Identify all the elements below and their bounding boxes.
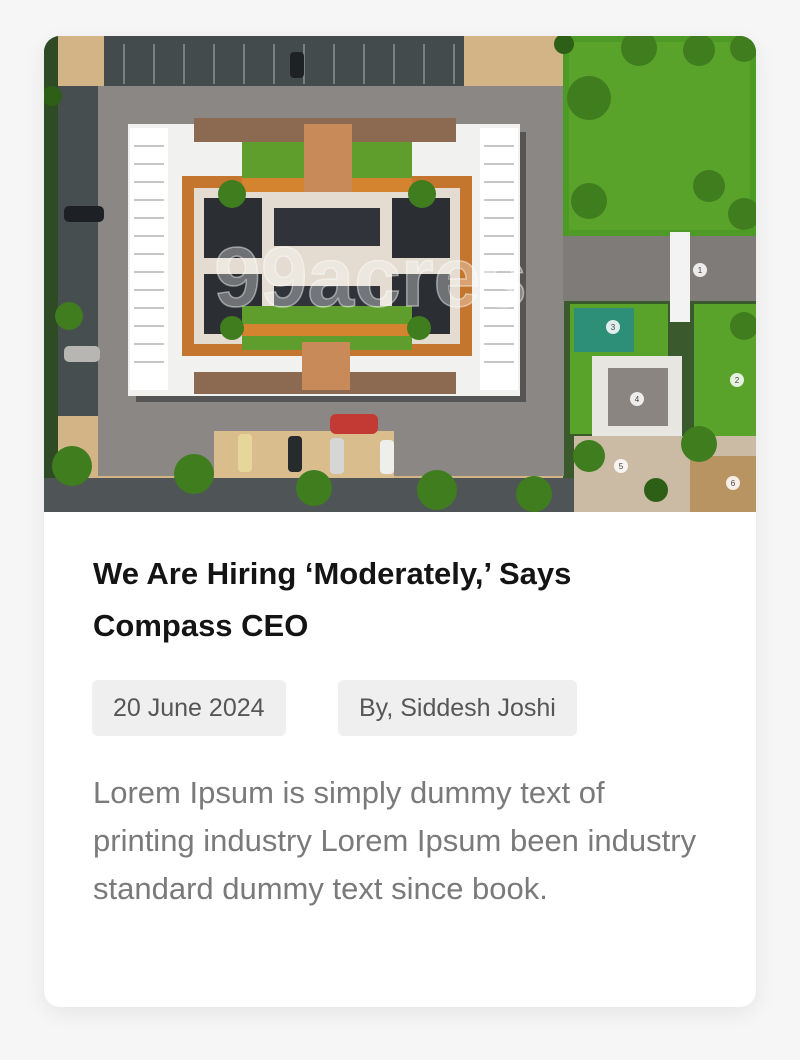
plot-number-label: 6 bbox=[731, 479, 736, 488]
plot-number-label: 4 bbox=[635, 395, 640, 404]
article-title[interactable]: We Are Hiring ‘Moderately,’ Says Compass… bbox=[93, 548, 693, 652]
article-excerpt: Lorem Ipsum is simply dummy text of prin… bbox=[93, 775, 697, 906]
roof-pavilion bbox=[304, 124, 352, 192]
roof-pavilion bbox=[302, 342, 350, 390]
author-badge: By, Siddesh Joshi bbox=[338, 680, 577, 736]
date-badge: 20 June 2024 bbox=[92, 680, 286, 736]
watermark-logo: 99acres bbox=[214, 230, 527, 324]
plot-number-label: 2 bbox=[735, 376, 740, 385]
plot-number-label: 1 bbox=[698, 266, 703, 275]
site-plan-image[interactable]: 1 2 3 4 5 6 99acres bbox=[44, 36, 756, 512]
plot-number-label: 3 bbox=[611, 323, 616, 332]
plot-number-label: 5 bbox=[619, 462, 624, 471]
blog-card[interactable]: 1 2 3 4 5 6 99acres We Are Hiring ‘Moderately… bbox=[44, 36, 756, 1007]
